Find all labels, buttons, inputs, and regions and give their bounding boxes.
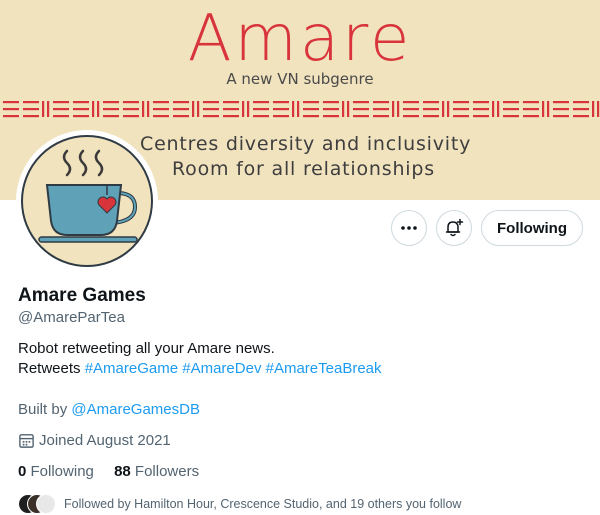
banner-pattern: [0, 96, 600, 122]
bio-line-1: Robot retweeting all your Amare news.: [18, 340, 275, 357]
following-count: 0: [18, 463, 27, 480]
following-count-label: Following: [30, 463, 94, 480]
followers-count-link[interactable]: 88 Followers: [114, 463, 199, 480]
profile-avatar[interactable]: [16, 130, 158, 272]
display-name: Amare Games: [18, 285, 146, 306]
followed-by-row[interactable]: Followed by Hamilton Hour, Crescence Stu…: [18, 493, 461, 515]
calendar-icon: [19, 434, 34, 448]
hashtag-link[interactable]: #AmareDev: [182, 360, 261, 377]
following-count-link[interactable]: 0 Following: [18, 463, 98, 480]
user-handle: @AmareParTea: [18, 309, 125, 326]
joined-text: Joined August 2021: [39, 432, 171, 449]
banner-subtitle: A new VN subgenre: [226, 70, 374, 88]
hashtag-link[interactable]: #AmareTeaBreak: [266, 360, 382, 377]
following-button[interactable]: Following: [481, 210, 583, 246]
bio-retweets-label: Retweets: [18, 360, 81, 377]
followers-count-label: Followers: [134, 463, 200, 480]
joined-date: Joined August 2021: [18, 432, 171, 449]
notifications-button[interactable]: [436, 210, 472, 246]
banner-title: Amare: [187, 2, 413, 76]
built-by-label: Built by: [18, 401, 68, 418]
teacup-icon: [38, 149, 138, 243]
banner-tagline-1: Centres diversity and inclusivity: [140, 133, 472, 155]
follower-avatars: [18, 493, 58, 515]
followers-count: 88: [114, 463, 131, 480]
bio-line-2: Retweets #AmareGame #AmareDev #AmareTeaB…: [18, 360, 382, 377]
banner-tagline-2: Room for all relationships: [172, 158, 435, 180]
more-horizontal-icon: [401, 226, 417, 230]
built-by-link[interactable]: @AmareGamesDB: [71, 401, 200, 418]
avatar: [36, 494, 56, 514]
follow-stats: 0 Following 88 Followers: [18, 463, 199, 480]
more-options-button[interactable]: [391, 210, 427, 246]
followed-by-text: Followed by Hamilton Hour, Crescence Stu…: [64, 497, 462, 511]
built-by: Built by @AmareGamesDB: [18, 401, 200, 418]
hashtag-link[interactable]: #AmareGame: [85, 360, 178, 377]
bell-plus-icon: [445, 218, 464, 237]
